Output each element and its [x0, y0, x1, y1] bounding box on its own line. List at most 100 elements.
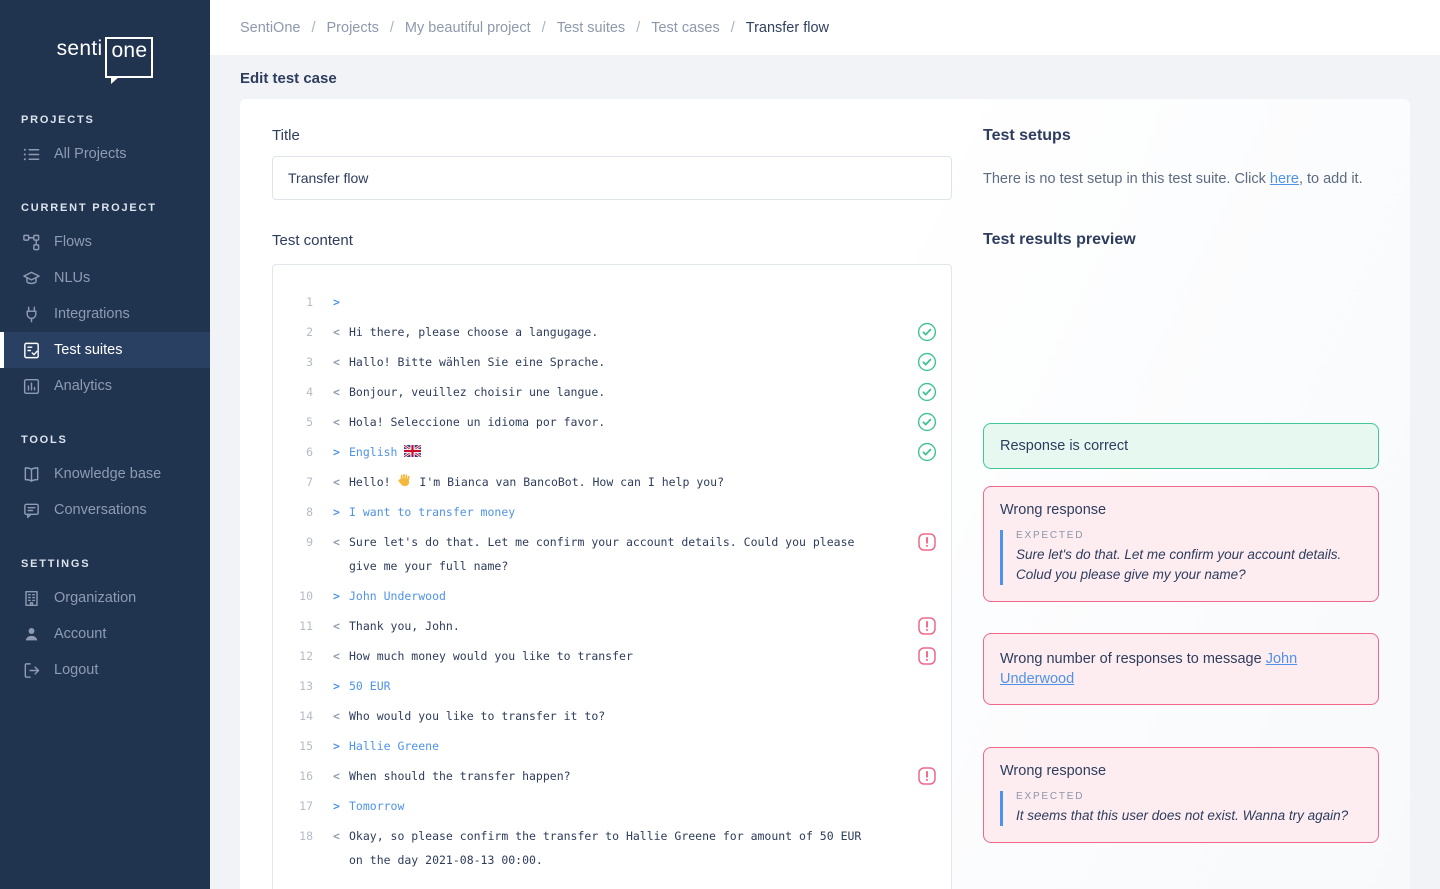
line-number: 2	[273, 320, 313, 344]
expected-text: It seems that this user does not exist. …	[1016, 806, 1362, 826]
wrong-count-text: Wrong number of responses to message	[1000, 651, 1266, 667]
result-card-title: Wrong response	[1000, 761, 1362, 781]
test-line[interactable]: 2 <Hi there, please choose a langugage.	[273, 317, 951, 347]
sidebar-item-label: All Projects	[54, 146, 127, 162]
test-line[interactable]: 9<Sure let's do that. Let me confirm you…	[273, 527, 951, 581]
result-card-correct: Response is correct	[983, 423, 1379, 469]
sidebar-item-account[interactable]: Account	[0, 616, 210, 652]
sidebar-item-all-projects[interactable]: All Projects	[0, 136, 210, 172]
line-number: 3	[273, 350, 313, 374]
message-text: Bonjour, veuillez choisir une langue.	[349, 380, 913, 404]
test-line[interactable]: 4<Bonjour, veuillez choisir une langue.	[273, 377, 951, 407]
sidebar-item-integrations[interactable]: Integrations	[0, 296, 210, 332]
test-line[interactable]: 6>English	[273, 437, 951, 467]
sidebar-item-label: Integrations	[54, 306, 130, 322]
line-number: 5	[273, 410, 313, 434]
sidebar-item-conversations[interactable]: Conversations	[0, 492, 210, 528]
test-line[interactable]: 3 <Hallo! Bitte wählen Sie eine Sprache.	[273, 347, 951, 377]
breadcrumb-item[interactable]: SentiOne	[240, 20, 300, 36]
sidebar-item-analytics[interactable]: Analytics	[0, 368, 210, 404]
sidebar-item-flows[interactable]: Flows	[0, 224, 210, 260]
right-panel: Test setups There is no test setup in th…	[983, 127, 1379, 843]
breadcrumb-separator: /	[636, 20, 640, 36]
user-icon	[22, 625, 41, 644]
test-line[interactable]: 1>	[273, 287, 951, 317]
test-line[interactable]: 13>50 EUR	[273, 671, 951, 701]
sidebar-section: SettingsOrganizationAccountLogout	[0, 558, 210, 688]
bot-marker: <	[333, 320, 349, 344]
sidebar-item-label: Logout	[54, 662, 98, 678]
sidebar-item-nlus[interactable]: NLUs	[0, 260, 210, 296]
bot-marker: <	[333, 350, 349, 374]
check-circle-icon	[917, 322, 937, 342]
message-text: I want to transfer money	[349, 500, 913, 524]
message-text: John Underwood	[349, 584, 913, 608]
sidebar-item-organization[interactable]: Organization	[0, 580, 210, 616]
bar-chart-icon	[22, 377, 41, 396]
waving-hand-emoji	[397, 473, 412, 488]
graduation-cap-icon	[22, 269, 41, 288]
message-text: English	[349, 440, 913, 464]
add-test-setup-link[interactable]: here	[1270, 171, 1299, 187]
result-card-title: Wrong response	[1000, 500, 1362, 520]
sidebar-item-label: Analytics	[54, 378, 112, 394]
breadcrumb-item[interactable]: Test suites	[557, 20, 626, 36]
test-line[interactable]: 14 <Who would you like to transfer it to?	[273, 701, 951, 731]
bot-marker: <	[333, 704, 349, 728]
sidebar-item-label: Knowledge base	[54, 466, 161, 482]
test-line[interactable]: 16<When should the transfer happen?	[273, 761, 951, 791]
test-content-editor[interactable]: 1>2<Hi there, please choose a langugage.…	[272, 264, 952, 889]
test-line[interactable]: 10>John Underwood	[273, 581, 951, 611]
title-input[interactable]	[272, 156, 952, 200]
line-number: 9	[273, 530, 313, 554]
message-text: Who would you like to transfer it to?	[349, 704, 913, 728]
bot-marker: <	[333, 644, 349, 668]
check-circle-icon	[917, 442, 937, 462]
sidebar-section: Tools Knowledge base Conversations	[0, 434, 210, 528]
message-text: How much money would you like to transfe…	[349, 644, 913, 668]
line-number: 16	[273, 764, 313, 788]
uk-flag-emoji	[404, 445, 421, 457]
error-icon	[917, 646, 937, 666]
test-line[interactable]: 18<Okay, so please confirm the transfer …	[273, 821, 951, 875]
test-setups-empty-text: There is no test setup in this test suit…	[983, 169, 1379, 189]
test-setups-title: Test setups	[983, 127, 1379, 145]
breadcrumb-item[interactable]: My beautiful project	[405, 20, 531, 36]
test-line[interactable]: 5<Hola! Seleccione un idioma por favor.	[273, 407, 951, 437]
sidebar-item-test-suites[interactable]: Test suites	[0, 332, 210, 368]
sidebar-item-label: Flows	[54, 234, 92, 250]
sidebar-section-title: Tools	[0, 434, 210, 446]
chat-icon	[22, 501, 41, 520]
line-number: 13	[273, 674, 313, 698]
sentione-logo[interactable]: sentione	[0, 0, 210, 78]
message-text: Hallo! Bitte wählen Sie eine Sprache.	[349, 350, 913, 374]
setups-text-after: , to add it.	[1299, 171, 1363, 187]
sidebar-item-knowledge-base[interactable]: Knowledge base	[0, 456, 210, 492]
test-line[interactable]: 12 <How much money would you like to tran…	[273, 641, 951, 671]
checklist-icon	[22, 341, 41, 360]
user-marker: >	[333, 290, 349, 314]
test-line[interactable]: 15>Hallie Greene	[273, 731, 951, 761]
line-number: 14	[273, 704, 313, 728]
message-text: Hi there, please choose a langugage.	[349, 320, 913, 344]
line-number: 1	[273, 290, 313, 314]
breadcrumb-separator: /	[731, 20, 735, 36]
breadcrumb-item[interactable]: Projects	[327, 20, 379, 36]
breadcrumb: SentiOne / Projects / My beautiful project / T…	[240, 19, 829, 37]
message-text: Tomorrow	[349, 794, 913, 818]
test-line[interactable]: 8>I want to transfer money	[273, 497, 951, 527]
line-number: 12	[273, 644, 313, 668]
breadcrumb-separator: /	[390, 20, 394, 36]
test-line[interactable]: 17>Tomorrow	[273, 791, 951, 821]
setups-text-before: There is no test setup in this test suit…	[983, 171, 1270, 187]
test-line[interactable]: 11<Thank you, John.	[273, 611, 951, 641]
sidebar-item-label: Conversations	[54, 502, 147, 518]
test-line[interactable]: 7<Hello! I'm Bianca van BancoBot. How ca…	[273, 467, 951, 497]
sidebar-item-logout[interactable]: Logout	[0, 652, 210, 688]
top-bar: SentiOne / Projects / My beautiful project / T…	[210, 0, 1440, 55]
breadcrumb-item[interactable]: Test cases	[651, 20, 720, 36]
bot-marker: <	[333, 614, 349, 638]
breadcrumb-separator: /	[311, 20, 315, 36]
line-number: 15	[273, 734, 313, 758]
sidebar-section: ProjectsAll Projects	[0, 114, 210, 172]
